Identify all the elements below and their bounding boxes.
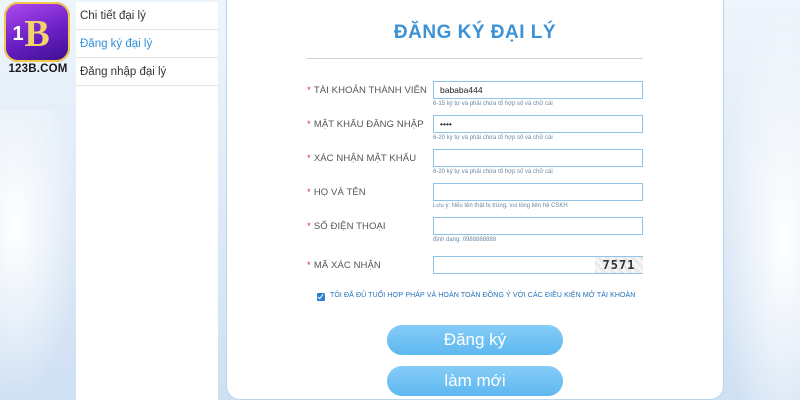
background-glow-right [720,0,800,400]
username-label: * TÀI KHOẢN THÀNH VIÊN [307,85,428,96]
title-divider [307,58,643,59]
register-button[interactable]: Đăng ký [387,325,563,355]
checkbox-check-icon[interactable] [317,293,325,301]
sidebar-item-agent-register[interactable]: Đăng ký đại lý [76,30,218,58]
captcha-image[interactable]: 7571 [595,257,643,273]
sidebar-item-agent-login[interactable]: Đăng nhập đại lý [76,58,218,86]
agree-terms-label: TÔI ĐÃ ĐỦ TUỔI HỢP PHÁP VÀ HOÀN TOÀN ĐỒN… [330,292,636,299]
password-input[interactable] [433,115,643,133]
sidebar-item-agent-details[interactable]: Chi tiết đại lý [76,2,218,30]
phone-input[interactable] [433,217,643,235]
password-hint: 6-20 ký tự và phải chứa tổ hợp số và chữ… [433,135,553,141]
confirm-password-label: * XÁC NHẬN MẬT KHẨU [307,153,417,164]
agent-sidebar: Chi tiết đại lý Đăng ký đại lý Đăng nhập… [76,2,218,400]
123b-logo-icon: B 1 [4,2,70,62]
page-title: ĐĂNG KÝ ĐẠI LÝ [393,22,557,43]
fullname-label: * HỌ VÀ TÊN [307,187,366,198]
svg-text:B: B [24,13,49,55]
reset-button[interactable]: làm mới [387,366,563,396]
logo-text: 123B.COM [8,63,68,75]
background-glow-left [0,110,80,400]
username-input[interactable] [433,81,643,99]
register-form-panel: ĐĂNG KÝ ĐẠI LÝ *TÀI KHOẢN THÀNH VIÊN 6-1… [226,0,724,400]
password-label: * MẬT KHẨU ĐĂNG NHẬP [307,119,424,130]
phone-label: * SỐ ĐIỆN THOẠI [307,221,386,232]
confirm-password-input[interactable] [433,149,643,167]
username-hint: 6-15 ký tự và phải chứa tổ hợp số và chữ… [433,101,553,107]
svg-text:1: 1 [12,23,23,45]
phone-hint: định dạng: 0988888888 [433,237,497,243]
brand-logo[interactable]: B 1 123B.COM [0,0,76,80]
agree-terms[interactable]: TÔI ĐÃ ĐỦ TUỔI HỢP PHÁP VÀ HOÀN TOÀN ĐỒN… [317,292,657,304]
confirm-password-hint: 6-20 ký tự và phải chứa tổ hợp số và chữ… [433,169,553,175]
fullname-hint: Lưu ý: Nếu tên thật bị trùng, vui lòng l… [433,203,568,209]
fullname-input[interactable] [433,183,643,201]
captcha-label: * MÃ XÁC NHẬN [307,260,381,271]
